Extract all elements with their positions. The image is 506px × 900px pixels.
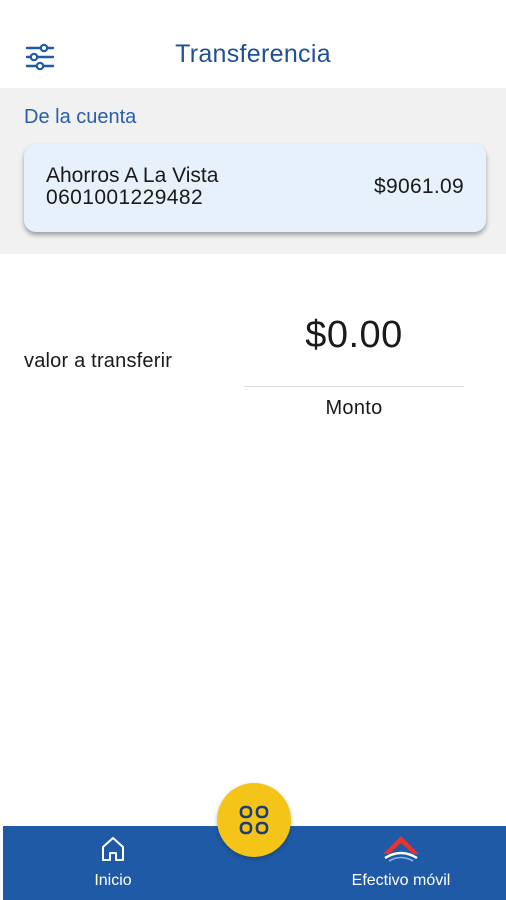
nav-label-inicio: Inicio [94, 872, 132, 889]
amount-underline [244, 386, 464, 387]
transfer-amount-label: valor a transferir [24, 350, 173, 372]
amount-caption: Monto [325, 397, 383, 419]
apps-menu-button[interactable] [217, 783, 291, 857]
nav-item-inicio[interactable]: Inicio [73, 826, 153, 900]
account-number: 0601001229482 [46, 186, 204, 209]
cash-mobile-icon [383, 836, 419, 862]
from-account-section: De la cuenta Ahorros A La Vista 06010012… [0, 88, 506, 254]
account-card[interactable]: Ahorros A La Vista 0601001229482 $9061.0… [24, 144, 486, 232]
app-header: Transferencia [0, 0, 506, 88]
from-account-label: De la cuenta [24, 106, 137, 128]
nav-item-efectivo-movil[interactable]: Efectivo móvil [321, 826, 481, 900]
page-title: Transferencia [175, 40, 331, 68]
amount-input[interactable]: $0.00 [244, 314, 464, 357]
account-balance: $9061.09 [374, 175, 464, 198]
account-name: Ahorros A La Vista [46, 164, 219, 187]
apps-grid-icon [239, 805, 269, 835]
home-icon [102, 837, 124, 861]
nav-label-efectivo-movil: Efectivo móvil [351, 872, 451, 889]
